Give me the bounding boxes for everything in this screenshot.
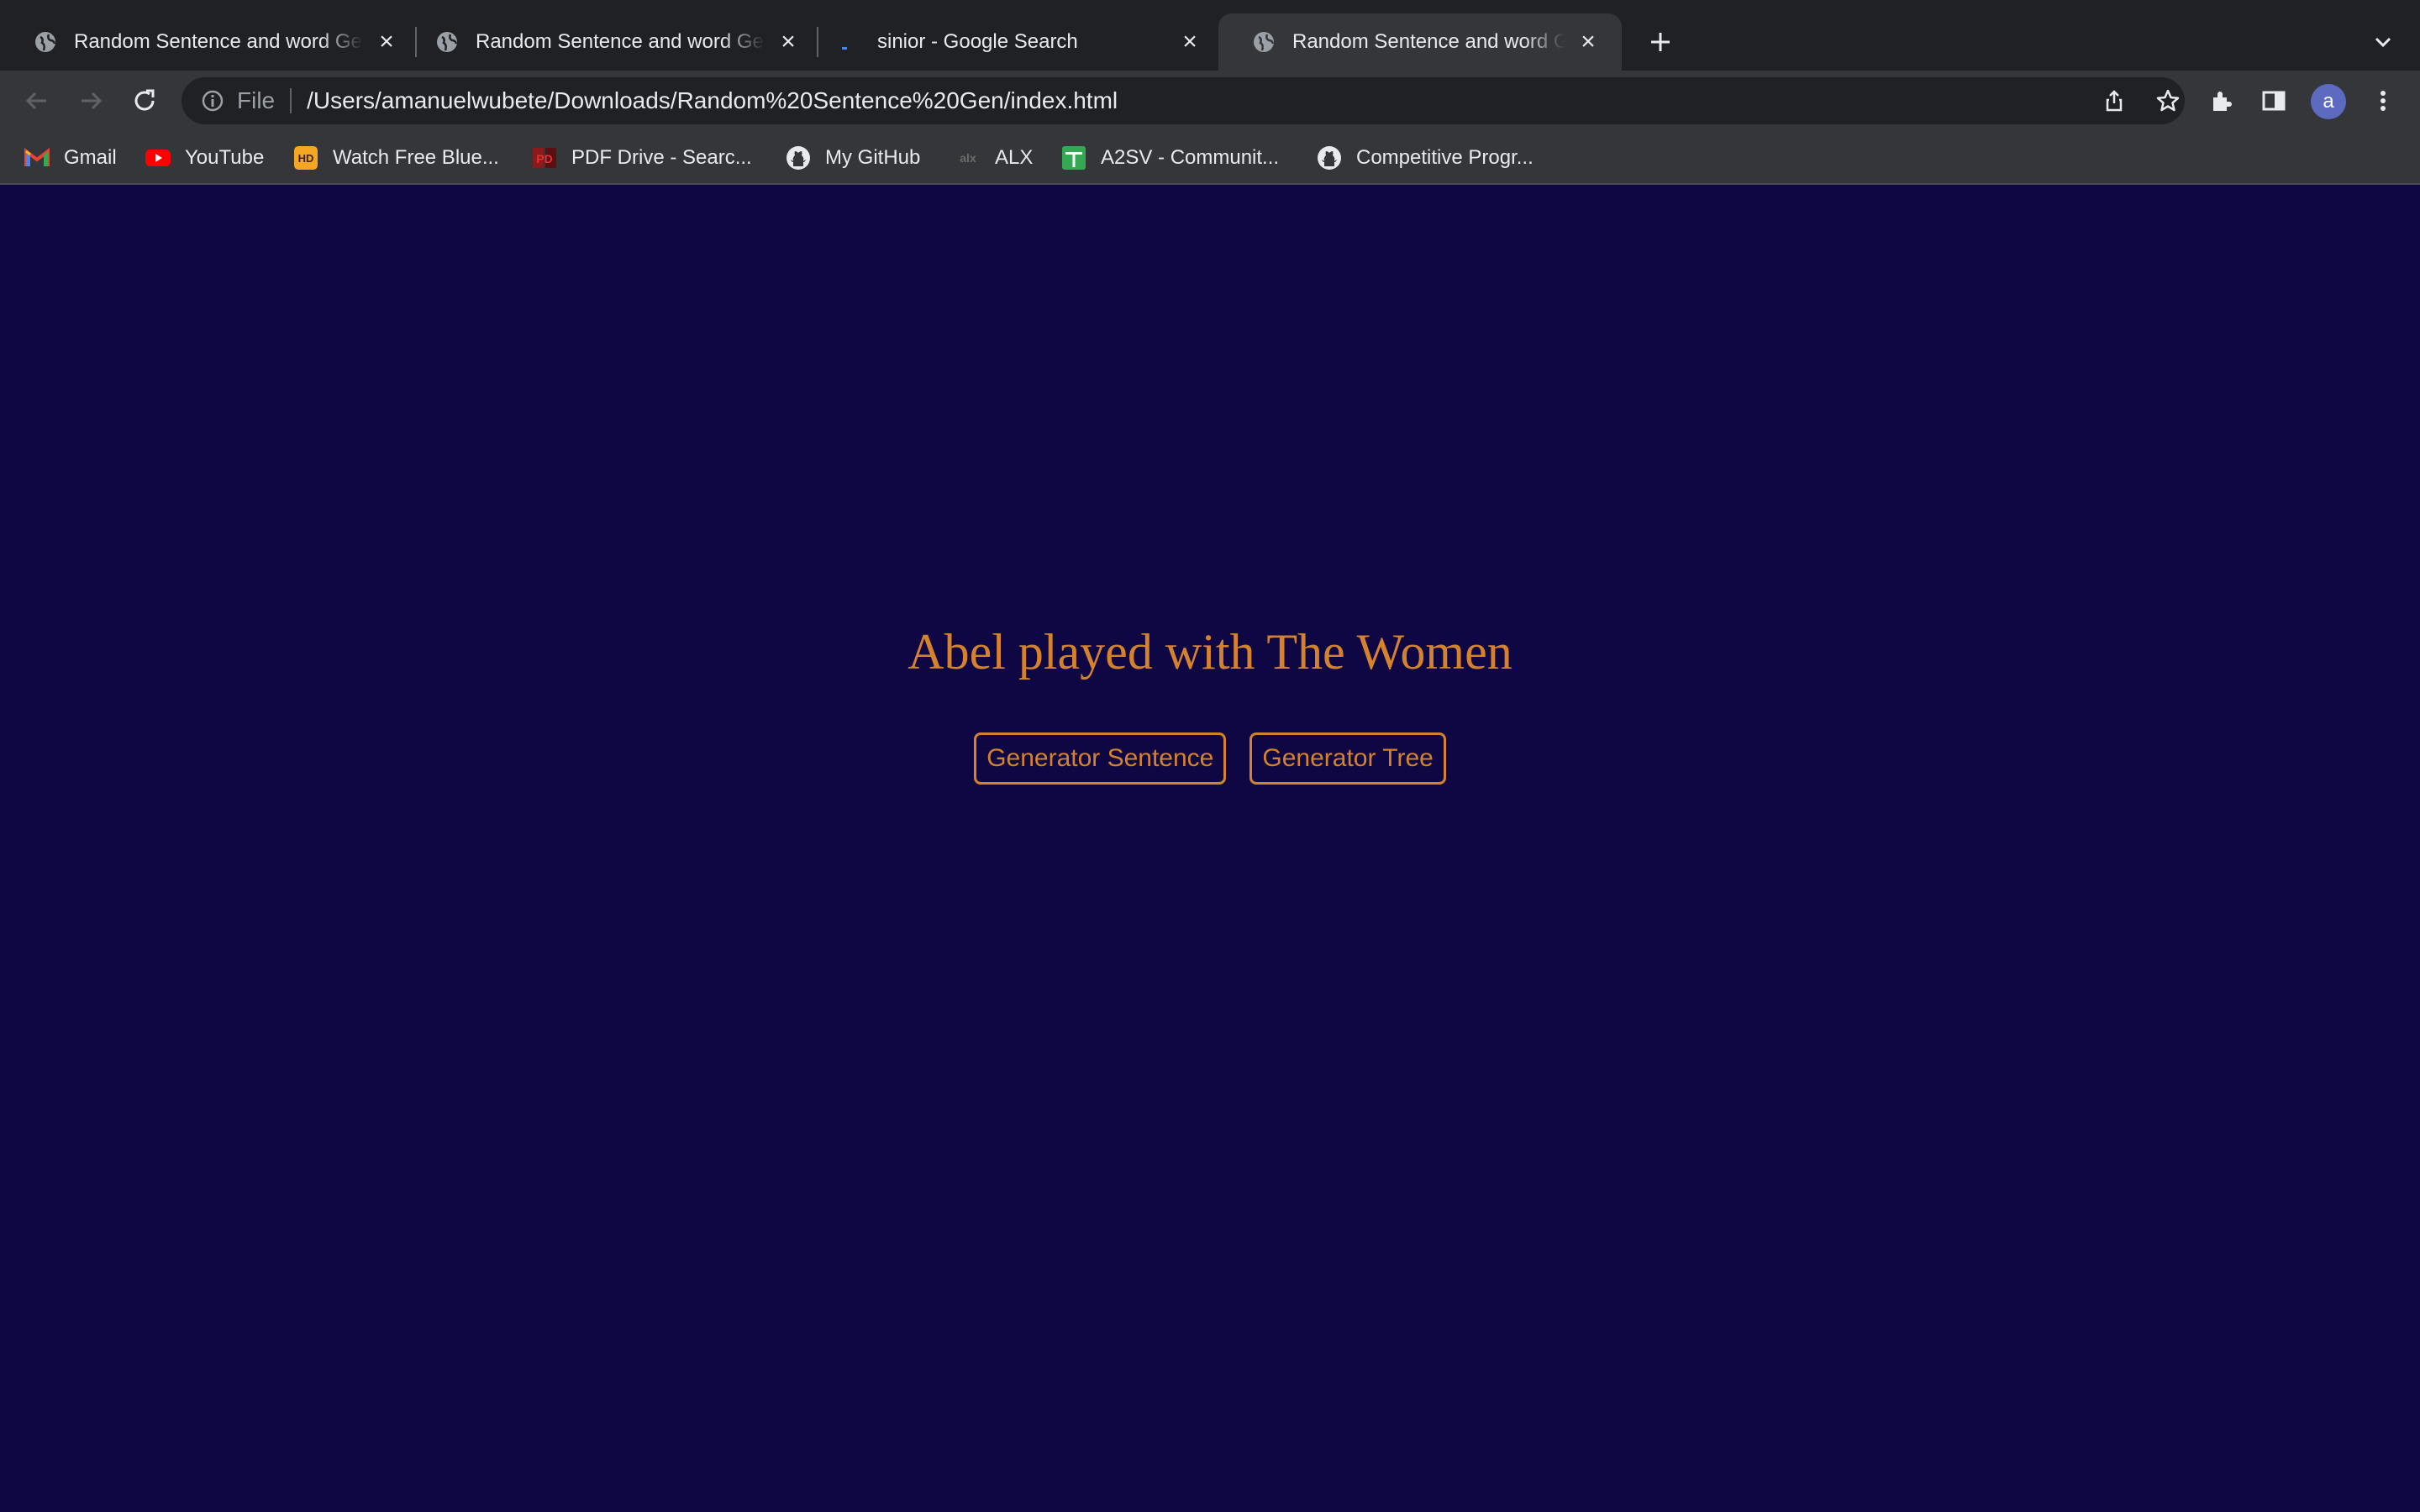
tab-title: Random Sentence and word Generator (74, 30, 363, 53)
globe-icon (34, 30, 57, 54)
bookmark-pdf-drive[interactable]: PD PDF Drive - Searc... (531, 143, 752, 173)
back-button[interactable] (17, 81, 57, 121)
alx-icon: alx (955, 144, 981, 171)
page-content: Abel played with The Women Generator Sen… (0, 186, 2420, 1512)
star-icon[interactable] (2148, 77, 2188, 124)
forward-button[interactable] (71, 81, 111, 121)
hd-icon: HD (292, 144, 319, 171)
bookmark-label: My GitHub (825, 146, 921, 169)
share-icon[interactable] (2094, 77, 2134, 124)
plus-icon (1651, 33, 1670, 51)
bookmark-competitive-programming[interactable]: Competitive Progr... (1316, 143, 1534, 173)
scheme-label: File (237, 87, 276, 113)
pdf-drive-icon: PD (531, 144, 558, 171)
close-icon[interactable]: × (1176, 28, 1203, 55)
reload-icon (134, 89, 155, 111)
tab-1[interactable]: Random Sentence and word Generator × (0, 13, 420, 71)
generate-sentence-button[interactable]: Generator Sentence (974, 732, 1227, 785)
tab-title: sinior - Google Search (877, 30, 1078, 53)
omnibox-divider (290, 88, 292, 113)
tab-strip: Random Sentence and word Generator × Ran… (0, 0, 2420, 71)
generated-sentence: Abel played with The Women (908, 624, 1512, 680)
reload-button[interactable] (124, 81, 165, 121)
generate-tree-button[interactable]: Generator Tree (1249, 732, 1446, 785)
arrow-left-icon (25, 92, 46, 110)
url-text[interactable]: /Users/amanuelwubete/Downloads/Random%20… (307, 87, 1118, 114)
close-icon[interactable]: × (775, 28, 802, 55)
globe-icon (435, 30, 459, 54)
tab-2[interactable]: Random Sentence and word Generator × (402, 13, 822, 71)
bookmark-alx[interactable]: alx ALX (955, 143, 1033, 173)
close-icon[interactable]: × (373, 28, 400, 55)
arrow-right-icon (82, 92, 103, 110)
browser-toolbar: File /Users/amanuelwubete/Downloads/Rand… (0, 71, 2420, 131)
bookmark-label: PDF Drive - Searc... (571, 146, 752, 169)
bookmark-my-github[interactable]: My GitHub (785, 143, 920, 173)
chevron-down-icon (2375, 37, 2391, 48)
extensions-icon[interactable] (2202, 81, 2242, 121)
bookmark-watch-free[interactable]: HD Watch Free Blue... (292, 143, 499, 173)
bookmark-label: ALX (995, 146, 1034, 169)
address-bar[interactable]: File /Users/amanuelwubete/Downloads/Rand… (182, 77, 2185, 124)
tab-3[interactable]: sinior - Google Search × (803, 13, 1223, 71)
youtube-icon (145, 144, 171, 171)
svg-text:PD: PD (536, 152, 552, 165)
gmail-icon (24, 144, 50, 171)
info-icon[interactable] (200, 88, 225, 113)
bookmark-youtube[interactable]: YouTube (145, 143, 264, 173)
tab-title: Random Sentence and word Generator (476, 30, 765, 53)
bookmark-label: A2SV - Communit... (1101, 146, 1280, 169)
github-icon (1316, 144, 1343, 171)
bookmark-label: YouTube (185, 146, 265, 169)
tab-search-button[interactable] (2366, 25, 2400, 59)
a2sv-icon (1060, 144, 1087, 171)
bookmark-label: Competitive Progr... (1356, 146, 1534, 169)
globe-icon (1252, 30, 1276, 54)
profile-avatar[interactable]: a (2311, 84, 2346, 119)
side-panel-icon[interactable] (2254, 81, 2294, 121)
button-row: Generator Sentence Generator Tree (0, 732, 2420, 785)
bookmark-a2sv[interactable]: A2SV - Communit... (1060, 143, 1279, 173)
close-icon[interactable]: × (1575, 28, 1602, 55)
bookmarks-bar: Gmail YouTube HD Watch Free Blue... PD P… (0, 131, 2420, 185)
tab-4-active[interactable]: Random Sentence and word Generator × (1218, 13, 1622, 71)
svg-text:HD: HD (298, 152, 314, 165)
github-icon (785, 144, 812, 171)
tab-title: Random Sentence and word Generator (1292, 30, 1565, 53)
kebab-menu-icon[interactable] (2363, 81, 2403, 121)
bookmark-gmail[interactable]: Gmail (24, 143, 117, 173)
loading-icon (837, 30, 860, 54)
bookmark-label: Gmail (64, 146, 117, 169)
new-tab-button[interactable] (1640, 22, 1681, 62)
bookmark-label: Watch Free Blue... (333, 146, 499, 169)
svg-text:alx: alx (960, 151, 976, 165)
